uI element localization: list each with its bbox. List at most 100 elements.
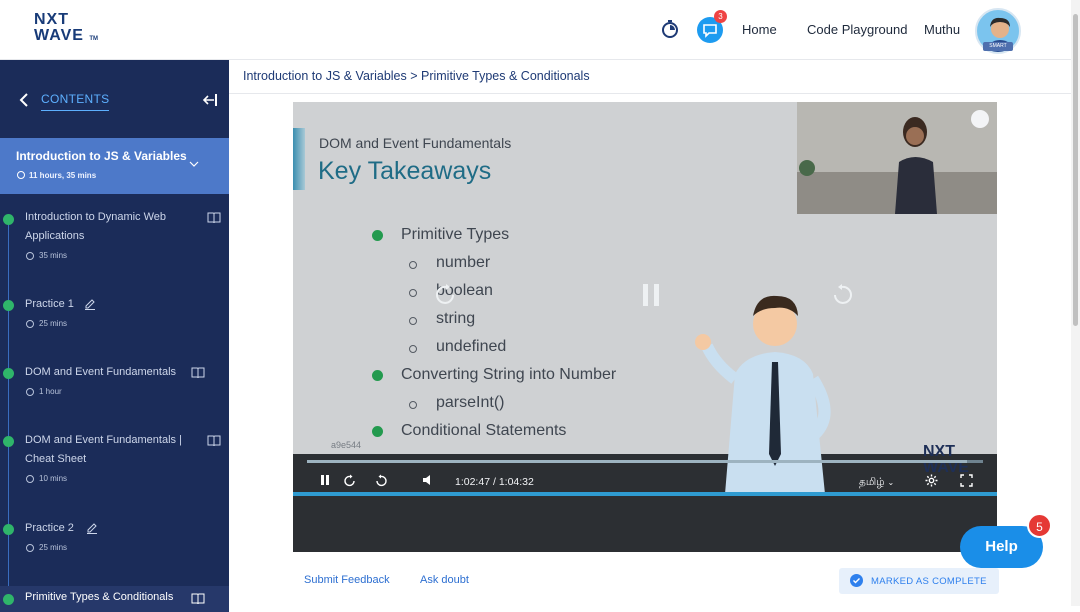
check-icon [372,426,383,437]
forward-10-overlay-icon[interactable] [829,282,855,308]
check-circle-icon [850,574,863,587]
logo-line1: NXT [34,11,69,28]
module-title: Introduction to JS & Variables [16,149,187,163]
sidebar-item-label: Practice 1 [25,298,74,310]
pen-icon [87,523,97,534]
completed-check-icon [3,300,14,311]
language-value: தமிழ் [859,476,885,488]
user-name[interactable]: Muthu [924,22,960,37]
video-frame: DOM and Event Fundamentals Key Takeaways… [293,102,997,494]
nav-home-link[interactable]: Home [742,22,777,37]
completed-check-icon [3,436,14,447]
completed-check-icon [3,214,14,225]
sidebar-item-duration: 25 mins [39,543,68,552]
sidebar-item-label: Practice 2 [25,522,74,534]
logo-tm: TM [89,36,99,42]
bullet-circle-icon [409,317,417,325]
chevron-left-icon[interactable] [18,93,30,107]
sidebar-item-primitive-types[interactable]: Primitive Types & Conditionals [0,586,229,612]
pen-icon [85,299,95,310]
ask-doubt-link[interactable]: Ask doubt [420,574,469,586]
slide-bullet: parseInt() [436,394,505,411]
language-select[interactable]: தமிழ் ⌄ [859,476,894,489]
current-time: 1:02:47 [455,476,491,488]
slide-accent-bar [293,128,305,190]
logo-line2: WAVE [34,27,84,44]
total-duration: 1:04:32 [498,476,534,488]
sidebar-item-duration: 1 hour [39,387,62,396]
module-header[interactable]: Introduction to JS & Variables 11 hours,… [0,138,229,194]
module-duration: 11 hours, 35 mins [29,171,97,180]
playback-time: 1:02:47 / 1:04:32 [455,476,534,488]
divider [229,93,1071,94]
marked-complete-button[interactable]: MARKED AS COMPLETE [839,568,999,594]
check-icon [372,370,383,381]
submit-feedback-link[interactable]: Submit Feedback [304,574,390,586]
bullet-circle-icon [409,401,417,409]
nav-code-playground-link[interactable]: Code Playground [807,22,907,37]
sidebar-item-duration: 25 mins [39,319,68,328]
help-badge: 5 [1027,513,1052,538]
contents-tab[interactable]: CONTENTS [41,92,110,111]
volume-icon[interactable] [422,474,434,486]
slide-title: Key Takeaways [318,157,492,185]
stopwatch-icon[interactable] [660,19,680,39]
webcam-overlay [797,102,997,214]
slide-subtitle: DOM and Event Fundamentals [319,135,512,151]
check-icon [372,230,383,241]
book-icon [191,367,205,379]
slide-bullet: Converting String into Number [401,366,617,383]
replay-10-overlay-icon[interactable] [433,282,459,308]
page-scrollbar[interactable] [1071,0,1080,606]
clock-icon [17,171,25,179]
completed-check-icon [3,594,14,605]
completed-check-icon [3,368,14,379]
sidebar-item-label: DOM and Event Fundamentals | Cheat Sheet [25,434,182,465]
slide-bullet: string [436,310,476,327]
main-content: Introduction to JS & Variables > Primiti… [229,60,1071,606]
breadcrumb[interactable]: Introduction to JS & Variables > Primiti… [243,69,590,83]
watermark-line1: NXT [923,443,955,460]
clock-icon [26,475,34,483]
rewind-icon[interactable] [343,474,357,488]
sidebar-item-duration: 35 mins [39,251,68,260]
completed-check-icon [3,524,14,535]
sidebar-item-label: Introduction to Dynamic Web Applications [25,211,167,242]
chat-badge: 3 [714,10,727,23]
sidebar-item-duration: 10 mins [39,474,68,483]
chevron-down-icon: ⌄ [887,478,895,487]
chevron-down-icon[interactable] [189,160,199,168]
fullscreen-icon[interactable] [960,474,973,487]
slide-bullet: Conditional Statements [401,422,567,439]
forward-icon[interactable] [374,474,388,488]
book-icon [207,435,221,447]
gear-icon[interactable] [925,474,938,487]
pause-icon[interactable] [319,474,331,486]
nxtwave-logo[interactable]: NXT WAVE TM [34,12,98,47]
book-icon [207,212,221,224]
player-progress-strip [293,492,997,496]
slide-bullet: undefined [436,338,507,355]
scrollbar-thumb[interactable] [1073,14,1078,326]
clock-icon [26,388,34,396]
avatar-tag: SMART [983,42,1013,51]
pause-overlay-icon[interactable] [639,282,663,308]
top-navbar: NXT WAVE TM 3 Home Code Playground Muthu… [0,0,1080,60]
bullet-circle-icon [409,261,417,269]
clock-icon [26,252,34,260]
bullet-circle-icon [409,345,417,353]
bullet-circle-icon [409,289,417,297]
slide-bullet: Primitive Types [401,226,510,243]
seek-bar-progress [307,460,967,463]
video-player[interactable]: DOM and Event Fundamentals Key Takeaways… [293,102,997,552]
sidebar: CONTENTS Introduction to JS & Variables … [0,60,229,612]
complete-label: MARKED AS COMPLETE [871,576,987,587]
video-id-watermark: a9e544 [331,440,362,450]
sidebar-item-label: Primitive Types & Conditionals [25,591,174,603]
slide-bullet: number [436,254,491,271]
clock-icon [26,320,34,328]
time-separator: / [492,476,496,488]
sidebar-item-label: DOM and Event Fundamentals [25,366,177,378]
clock-icon [26,544,34,552]
collapse-sidebar-icon[interactable] [202,93,218,107]
